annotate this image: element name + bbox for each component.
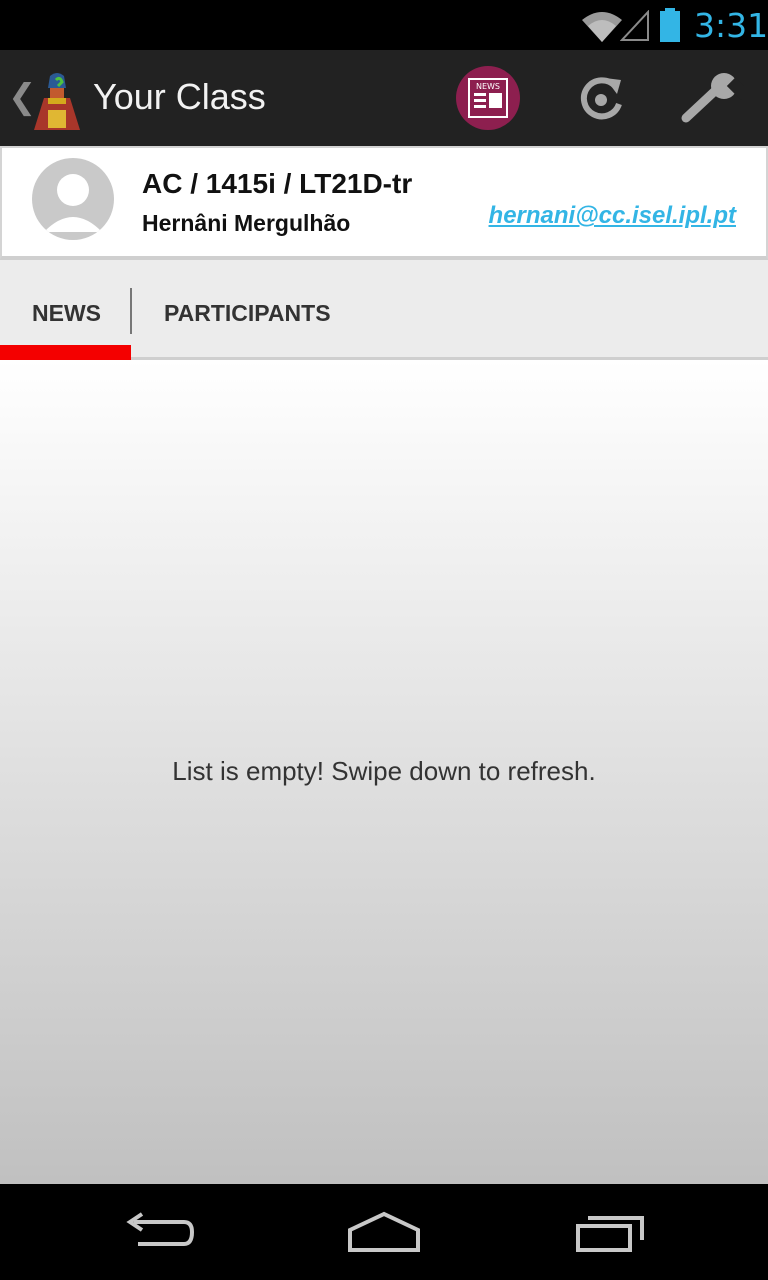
tab-bar: NEWS PARTICIPANTS — [0, 264, 768, 360]
tab-news-label: NEWS — [32, 300, 101, 326]
app-logo[interactable] — [30, 70, 84, 132]
class-name: AC / 1415i / LT21D-tr — [142, 168, 413, 199]
content-area: AC / 1415i / LT21D-tr Hernâni Mergulhão … — [0, 146, 768, 1184]
status-bar: 3:31 — [0, 0, 768, 50]
refresh-icon[interactable] — [575, 72, 627, 124]
page-title: Your Class — [93, 76, 266, 117]
tab-selected-indicator — [0, 345, 131, 360]
wrench-icon[interactable] — [680, 72, 744, 128]
recents-icon[interactable] — [574, 1210, 646, 1256]
clock: 3:31 — [694, 6, 768, 45]
back-icon[interactable] — [124, 1210, 196, 1256]
tab-participants-label: PARTICIPANTS — [164, 300, 331, 326]
navigation-bar — [0, 1184, 768, 1280]
home-icon[interactable] — [346, 1210, 422, 1256]
newspaper-icon: NEWS — [468, 78, 508, 118]
avatar — [32, 158, 114, 240]
teacher-email-link[interactable]: hernani@cc.isel.ipl.pt — [489, 202, 736, 230]
tab-participants[interactable]: PARTICIPANTS — [132, 264, 372, 360]
wifi-icon — [582, 12, 622, 42]
action-bar: ❮ Your Class NEWS — [0, 50, 768, 146]
teacher-name: Hernâni Mergulhão — [142, 210, 351, 236]
svg-text:NEWS: NEWS — [476, 82, 500, 91]
empty-list-message: List is empty! Swipe down to refresh. — [172, 756, 596, 786]
battery-icon — [660, 8, 680, 42]
news-list[interactable]: List is empty! Swipe down to refresh. — [0, 360, 768, 1184]
person-icon — [44, 174, 102, 232]
class-header: AC / 1415i / LT21D-tr Hernâni Mergulhão … — [0, 146, 768, 260]
signal-icon — [620, 10, 649, 41]
news-button[interactable]: NEWS — [456, 66, 520, 130]
